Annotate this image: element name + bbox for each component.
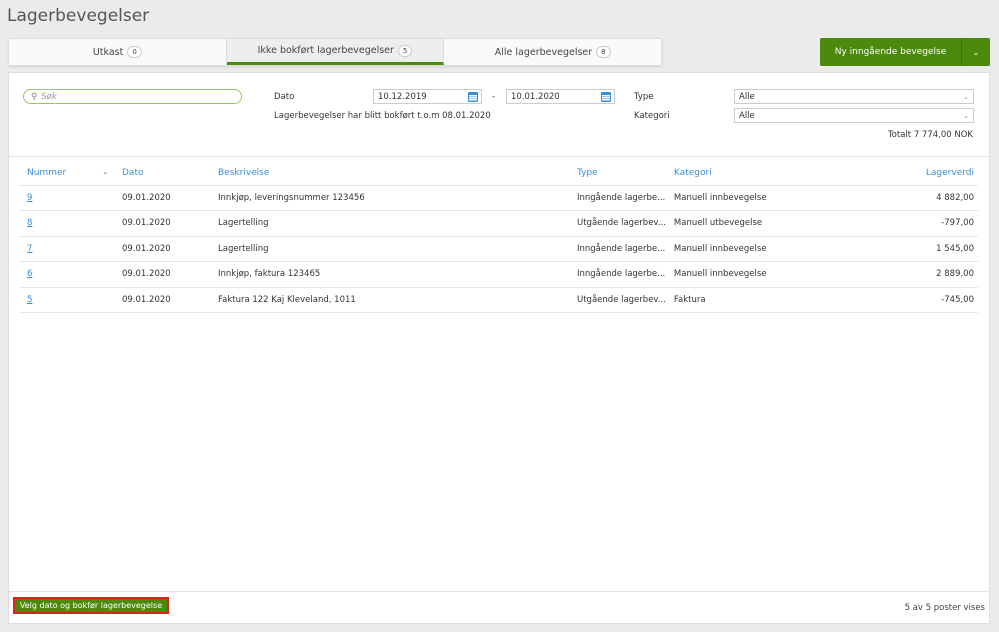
chevron-down-icon: ⌄ — [963, 92, 969, 101]
cell-kategori: Manuell innbevegelse — [665, 261, 816, 288]
tab-utkast[interactable]: Utkast 0 — [9, 39, 227, 65]
date-from-value: 10.12.2019 — [378, 91, 427, 102]
search-input[interactable]: ⚲ Søk — [23, 89, 242, 104]
sort-chevron-icon[interactable]: ⌄ — [102, 168, 108, 176]
tab-label: Ikke bokført lagerbevegelser — [257, 45, 394, 56]
column-header-lagerverdi[interactable]: Lagerverdi — [815, 162, 978, 186]
table-row[interactable]: 6 09.01.2020 Innkjøp, faktura 123465 Inngåe… — [19, 261, 978, 288]
row-number-link[interactable]: 8 — [27, 218, 32, 228]
cell-type: Utgående lagerbev... — [569, 210, 666, 237]
header-label: Nummer — [27, 168, 67, 179]
cell-nummer: 5 — [19, 287, 114, 313]
new-movement-button-group: Ny inngående bevegelse ⌄ — [820, 38, 990, 66]
cell-beskrivelse: Lagertelling — [210, 210, 569, 237]
tab-label: Alle lagerbevegelser — [494, 46, 593, 58]
cell-dato: 09.01.2020 — [114, 210, 210, 237]
divider — [9, 156, 989, 157]
calendar-icon[interactable] — [468, 91, 478, 102]
cell-lagerverdi: 4 882,00 — [815, 185, 978, 211]
cell-lagerverdi: -745,00 — [815, 287, 978, 313]
cell-type: Inngående lagerbe... — [569, 261, 666, 288]
date-to-value: 10.01.2020 — [511, 91, 560, 102]
type-value: Alle — [739, 91, 755, 102]
main-panel — [8, 72, 990, 624]
cell-lagerverdi: 2 889,00 — [815, 261, 978, 288]
cell-type: Utgående lagerbev... — [569, 287, 666, 313]
tab-label: Utkast — [92, 46, 124, 58]
column-header-nummer[interactable]: Nummer ⌄ — [19, 162, 114, 186]
record-count: 5 av 5 poster vises — [904, 603, 985, 613]
tab-count-badge: 8 — [596, 46, 611, 58]
total-value: Totalt 7 774,00 NOK — [887, 130, 973, 140]
table-row[interactable]: 9 09.01.2020 Innkjøp, leveringsnummer 1234… — [19, 185, 978, 211]
date-to-input[interactable]: 10.01.2020 — [506, 89, 615, 104]
cell-kategori: Manuell innbevegelse — [665, 236, 816, 262]
cell-dato: 09.01.2020 — [114, 236, 210, 262]
category-value: Alle — [739, 110, 755, 121]
page-title: Lagerbevegelser — [7, 6, 150, 26]
row-number-link[interactable]: 6 — [27, 269, 32, 279]
cell-beskrivelse: Innkjøp, faktura 123465 — [210, 261, 569, 288]
cell-beskrivelse: Lagertelling — [210, 236, 569, 262]
cell-kategori: Faktura — [665, 287, 816, 313]
type-select[interactable]: Alle ⌄ — [734, 89, 974, 104]
calendar-icon[interactable] — [601, 91, 611, 102]
tab-count-badge: 0 — [127, 46, 142, 58]
table-row[interactable]: 7 09.01.2020 Lagertelling Inngående lagerbe… — [19, 236, 978, 262]
table-row[interactable]: 5 09.01.2020 Faktura 122 Kaj Kleveland, 10… — [19, 287, 978, 313]
table-row[interactable]: 8 09.01.2020 Lagertelling Utgående lagerbev… — [19, 210, 978, 237]
date-label: Dato — [274, 92, 295, 102]
cell-nummer: 6 — [19, 261, 114, 288]
cell-type: Inngående lagerbe... — [569, 185, 666, 211]
cell-type: Inngående lagerbe... — [569, 236, 666, 262]
category-select[interactable]: Alle ⌄ — [734, 108, 974, 123]
category-label: Kategori — [634, 111, 670, 121]
cell-beskrivelse: Innkjøp, leveringsnummer 123456 — [210, 185, 569, 211]
tab-count-badge: 5 — [397, 44, 413, 57]
search-placeholder: Søk — [41, 91, 57, 102]
row-number-link[interactable]: 7 — [27, 244, 32, 254]
cell-beskrivelse: Faktura 122 Kaj Kleveland, 1011 — [210, 287, 569, 313]
new-movement-button[interactable]: Ny inngående bevegelse — [820, 38, 962, 66]
divider — [9, 591, 989, 592]
cell-nummer: 8 — [19, 210, 114, 237]
cell-dato: 09.01.2020 — [114, 185, 210, 211]
column-header-type[interactable]: Type — [569, 162, 666, 186]
cell-nummer: 9 — [19, 185, 114, 211]
column-header-beskrivelse[interactable]: Beskrivelse — [210, 162, 569, 186]
movements-table: Nummer ⌄ Dato Beskrivelse Type Kategori L… — [19, 162, 978, 313]
tab-bar: Utkast 0 Ikke bokført lagerbevegelser 5 Al… — [8, 38, 662, 66]
cell-kategori: Manuell utbevegelse — [665, 210, 816, 237]
cell-lagerverdi: 1 545,00 — [815, 236, 978, 262]
tab-ikke-bokfort[interactable]: Ikke bokført lagerbevegelser 5 — [226, 39, 445, 65]
row-number-link[interactable]: 5 — [27, 295, 32, 305]
chevron-down-icon[interactable]: ⌄ — [962, 48, 990, 57]
posted-info: Lagerbevegelser har blitt bokført t.o.m … — [274, 111, 491, 121]
chevron-down-icon: ⌄ — [963, 111, 969, 120]
cell-dato: 09.01.2020 — [114, 261, 210, 288]
tab-alle[interactable]: Alle lagerbevegelser 8 — [444, 39, 661, 65]
column-header-dato[interactable]: Dato — [114, 162, 210, 186]
table-header-row: Nummer ⌄ Dato Beskrivelse Type Kategori L… — [19, 162, 978, 186]
cell-nummer: 7 — [19, 236, 114, 262]
date-separator: - — [492, 92, 496, 102]
cell-lagerverdi: -797,00 — [815, 210, 978, 237]
column-header-kategori[interactable]: Kategori — [665, 162, 816, 186]
date-from-input[interactable]: 10.12.2019 — [373, 89, 482, 104]
post-movements-button[interactable]: Velg dato og bokfør lagerbevegelse — [13, 597, 169, 614]
cell-kategori: Manuell innbevegelse — [665, 185, 816, 211]
type-label: Type — [634, 92, 654, 102]
search-icon: ⚲ — [31, 91, 38, 102]
row-number-link[interactable]: 9 — [27, 193, 32, 203]
cell-dato: 09.01.2020 — [114, 287, 210, 313]
